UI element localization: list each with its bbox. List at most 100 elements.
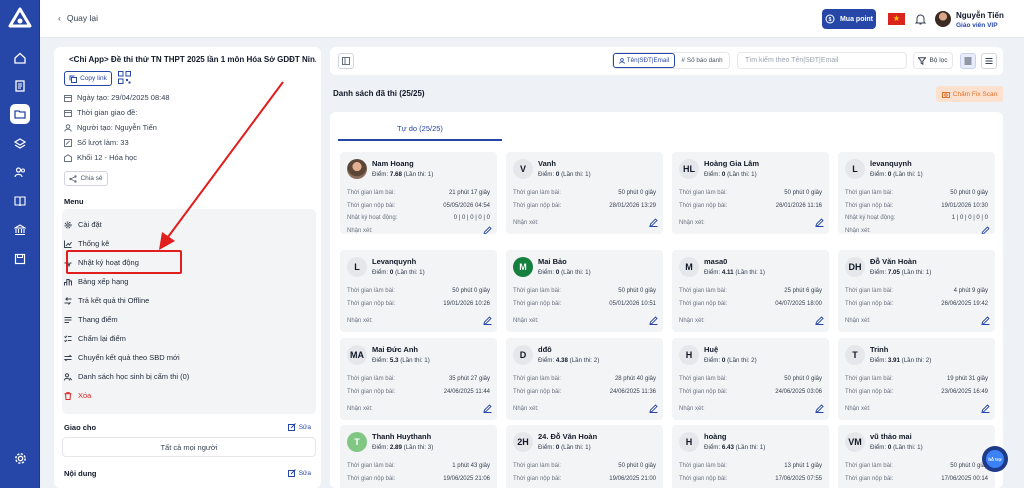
time-spent-row: Thời gian làm bài: 50 phút 0 giây [845, 463, 988, 469]
student-name: Trinh [870, 345, 889, 354]
edit-comment-icon[interactable] [649, 218, 658, 229]
student-card[interactable]: VM vũ thảo mai Điểm: 0 (Lần thi: 1) Thời gi… [838, 425, 995, 488]
support-icon: hỗ trợ [986, 450, 1004, 468]
edit-comment-icon[interactable] [815, 316, 824, 327]
menu-item-offline-results[interactable]: Trả kết quả thi Offline [64, 296, 149, 305]
qr-code-icon[interactable] [118, 71, 131, 84]
edit-comment-icon[interactable] [981, 404, 990, 415]
settings-gear-icon[interactable] [10, 448, 30, 468]
student-name: Đỗ Văn Hoàn [870, 257, 917, 266]
filter-button[interactable]: Bộ lọc [913, 52, 953, 69]
search-mode-sbd[interactable]: # Số báo danh [675, 53, 729, 68]
student-card[interactable]: M Mai Bảo Điểm: 0 (Lần thi: 1) Thời gian là… [506, 250, 663, 332]
back-button[interactable]: ‹ Quay lại [58, 13, 98, 23]
bell-icon[interactable] [914, 13, 927, 27]
calendar-icon [64, 94, 72, 102]
student-card[interactable]: 2H 24. Đỗ Văn Hoàn Điểm: 0 (Lần thi: 1) Thờ… [506, 425, 663, 488]
user-icon [618, 57, 625, 64]
bank-icon[interactable] [10, 220, 30, 240]
users-icon[interactable] [10, 162, 30, 182]
user-avatar[interactable] [935, 11, 951, 27]
menu-item-score-scale[interactable]: Thang điểm [64, 315, 118, 324]
menu-view-icon[interactable] [981, 53, 997, 69]
comment-row: Nhận xét: [679, 318, 705, 324]
student-avatar: D [513, 345, 533, 365]
student-card[interactable]: HL Hoàng Gia Lâm Điểm: 0 (Lần thi: 1) Thời … [672, 152, 829, 234]
edit-comment-icon[interactable] [815, 404, 824, 415]
edit-comment-icon[interactable] [981, 316, 990, 327]
copy-link-button[interactable]: Copy link [64, 71, 112, 86]
menu-item-delete[interactable]: Xóa [64, 391, 91, 400]
menu-item-regrade[interactable]: Chấm lại điểm [64, 334, 126, 343]
edit-comment-icon[interactable] [649, 316, 658, 327]
edit-comment-icon[interactable] [483, 404, 492, 415]
tab-free[interactable]: Tự do (25/25) [338, 124, 502, 141]
camera-icon [941, 91, 950, 98]
folder-icon[interactable] [10, 104, 30, 124]
assign-all-people[interactable]: Tất cả mọi người [62, 437, 316, 457]
student-name: dđô [538, 345, 552, 354]
submit-time-row: Thời gian nộp bài: 28/01/2026 13:29 [513, 203, 656, 209]
edit-comment-icon[interactable] [483, 226, 492, 234]
student-card[interactable]: L Levanquynh Điểm: 0 (Lần thi: 1) Thời gian… [340, 250, 497, 332]
submit-time-row: Thời gian nộp bài: 24/06/2025 03:06 [679, 389, 822, 395]
student-card[interactable]: Llevanquynh Điểm: 0 (Lần thi: 1) Thời gian… [838, 152, 995, 234]
activity-log-row: Nhật ký hoạt động: 1 | 0 | 0 | 0 | 0 [845, 215, 988, 221]
menu-item-banned-students[interactable]: Danh sách học sinh bị cấm thi (0) [64, 372, 189, 381]
save-icon[interactable] [10, 249, 30, 269]
top-bar: ‹ Quay lại $ Mua point ★ Nguyễn Tiến Giá… [40, 0, 1024, 38]
menu-item-settings[interactable]: Cài đặt [64, 220, 102, 229]
book-icon[interactable] [10, 191, 30, 211]
menu-item-leaderboard[interactable]: Bảng xếp hạng [64, 277, 128, 286]
search-input[interactable]: Tìm kiếm theo Tên|SĐT|Email [737, 52, 907, 69]
edit-comment-icon[interactable] [981, 226, 990, 234]
student-card[interactable]: Ddđô Điểm: 4.38 (Lần thi: 2) Thời gian làm… [506, 338, 663, 420]
time-spent-row: Thời gian làm bài: 50 phút 0 giây [845, 190, 988, 196]
transfer-icon [64, 354, 72, 361]
submit-time-row: Thời gian nộp bài: 17/06/2025 07:55 [679, 476, 822, 482]
student-card[interactable]: Mmasa0 Điểm: 4.11 (Lần thi: 1) Thời gian l… [672, 250, 829, 332]
student-name: 24. Đỗ Văn Hoàn [538, 432, 598, 441]
search-mode-name[interactable]: Tên|SĐT|Email [613, 53, 675, 68]
edit-comment-icon[interactable] [815, 218, 824, 229]
student-avatar: H [679, 432, 699, 452]
vietnam-flag-icon[interactable]: ★ [888, 13, 905, 25]
content-edit-button[interactable]: Sửa [287, 469, 311, 477]
document-icon[interactable] [10, 76, 30, 96]
comment-row: Nhận xét: [347, 406, 373, 412]
fix-scan-button[interactable]: Chấm Fix Scan [936, 86, 1003, 102]
student-avatar: L [845, 159, 865, 179]
edit-comment-icon[interactable] [483, 316, 492, 327]
layers-icon[interactable] [10, 134, 30, 154]
content-title: Nội dung [64, 469, 97, 478]
app-logo[interactable] [8, 6, 32, 30]
share-button[interactable]: Chia sẻ [64, 171, 108, 186]
student-card[interactable]: Nam Hoang Điểm: 7.68 (Lần thi: 1) Thời gia… [340, 152, 497, 234]
collapse-panel-icon[interactable] [338, 53, 354, 69]
time-spent-row: Thời gian làm bài: 4 phút 9 giây [845, 288, 988, 294]
home-icon[interactable] [10, 48, 30, 68]
student-card[interactable]: V Vanh Điểm: 0 (Lần thi: 1) Thời gian làm b… [506, 152, 663, 234]
edit-comment-icon[interactable] [649, 404, 658, 415]
student-card[interactable]: H Huệ Điểm: 0 (Lần thi: 2) Thời gian làm bà… [672, 338, 829, 420]
student-avatar: V [513, 159, 533, 179]
user-name[interactable]: Nguyễn Tiến [956, 11, 1004, 20]
svg-text:$: $ [829, 17, 832, 23]
student-card[interactable]: T Trinh Điểm: 3.91 (Lần thi: 2) Thời gian l… [838, 338, 995, 420]
submit-time-row: Thời gian nộp bài: 19/01/2026 10:30 [845, 203, 988, 209]
assign-edit-button[interactable]: Sửa [287, 423, 311, 431]
gear-icon [64, 221, 72, 228]
student-card[interactable]: DH Đỗ Văn Hoàn Điểm: 7.05 (Lần thi: 1) Thời… [838, 250, 995, 332]
list-view-icon[interactable] [960, 53, 976, 69]
copy-icon [69, 75, 78, 83]
exam-detail-panel: <Chỉ App> Đề thi thử TN THPT 2025 lần 1 … [54, 47, 321, 488]
support-headset-button[interactable]: hỗ trợ [982, 446, 1008, 472]
menu-item-transfer-sbd[interactable]: Chuyển kết quả theo SBD mới [64, 353, 180, 362]
student-score: Điểm: 0 (Lần thi: 1) [372, 269, 425, 276]
student-card[interactable]: MA Mai Đức Anh Điểm: 5.3 (Lần thi: 1) Thời … [340, 338, 497, 420]
student-name: Hoàng Gia Lâm [704, 159, 760, 168]
menu-item-statistics[interactable]: Thống kê [64, 239, 109, 248]
student-card[interactable]: T Thanh Huythanh Điểm: 2.89 (Lần thi: 3) Th… [340, 425, 497, 488]
buy-point-button[interactable]: $ Mua point [822, 9, 876, 29]
student-card[interactable]: Hhoàng Điểm: 6.43 (Lần thi: 1) Thời gian l… [672, 425, 829, 488]
